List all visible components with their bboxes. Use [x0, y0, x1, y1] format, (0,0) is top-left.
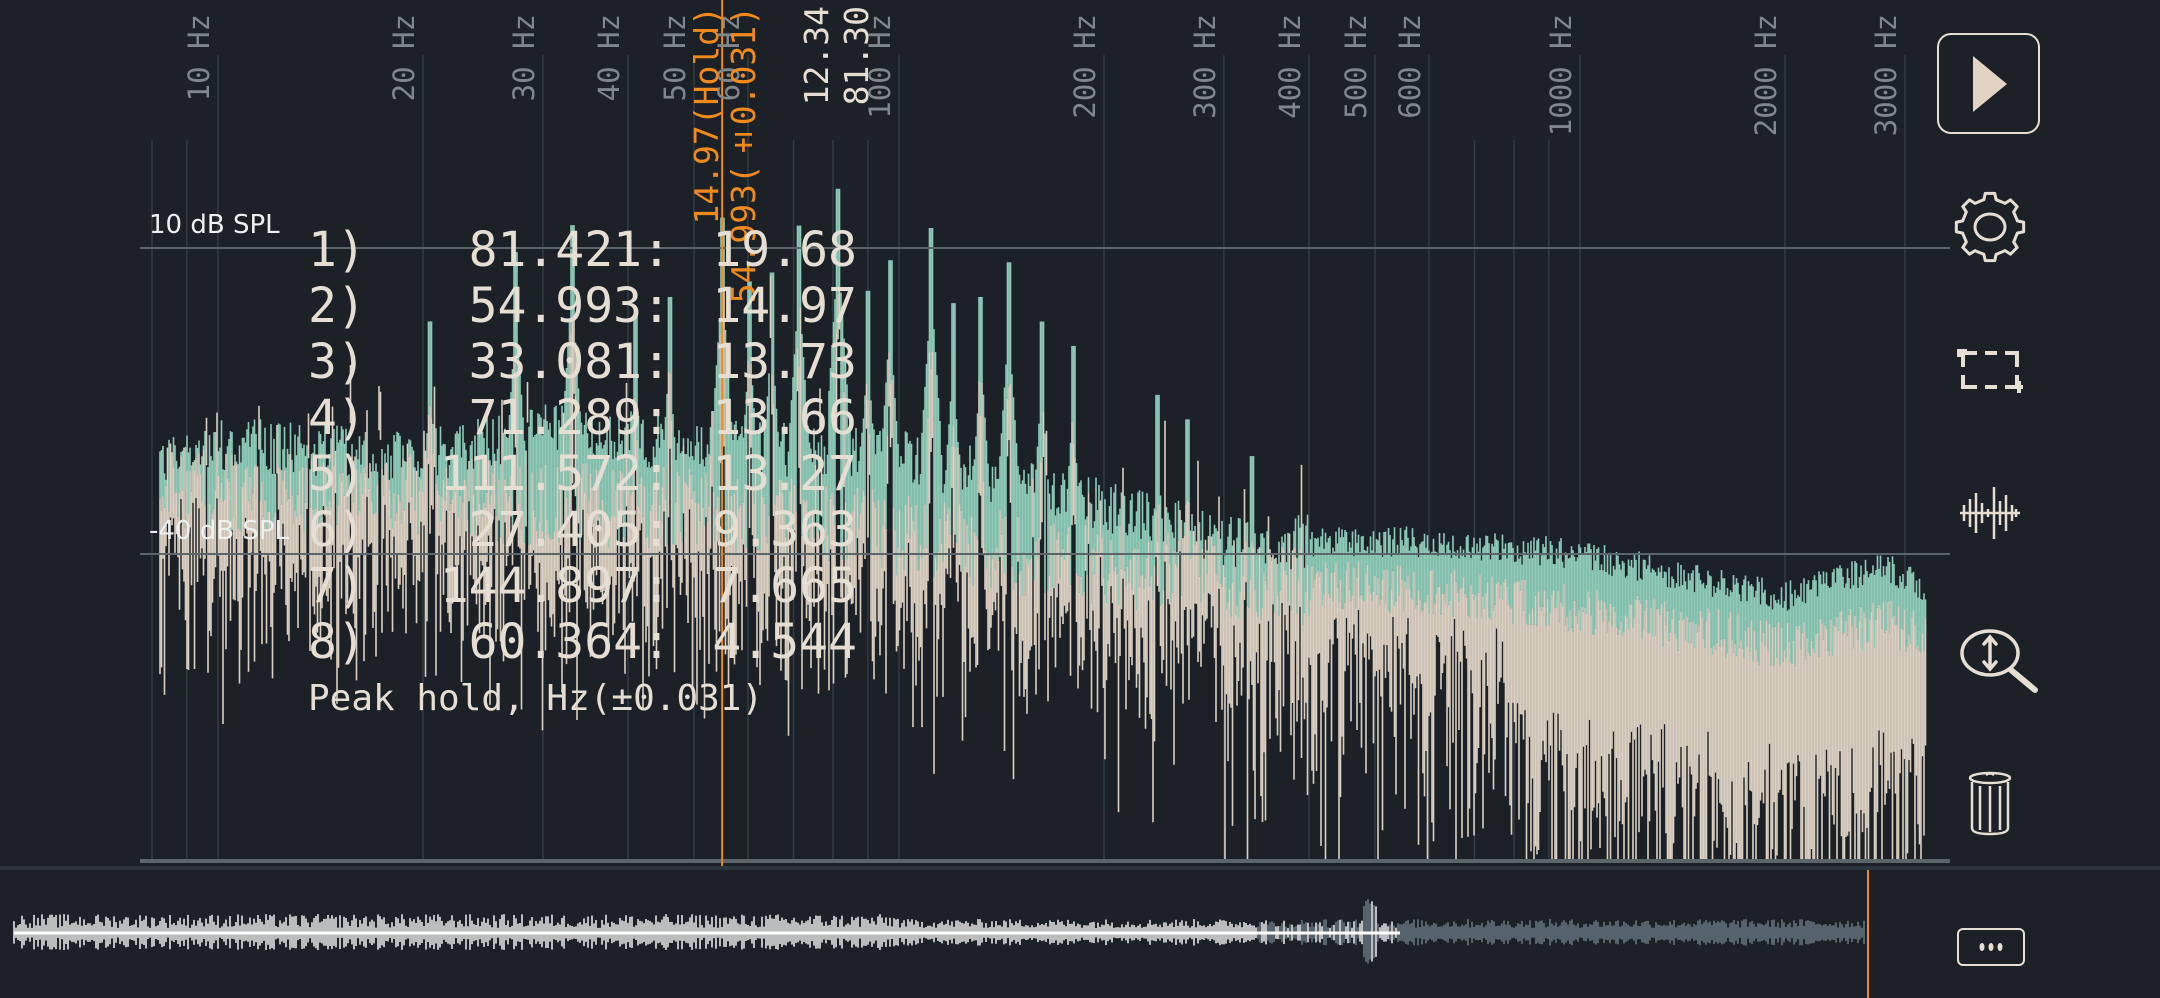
peak-rank: 5): [308, 446, 366, 502]
peak-rank: 7): [308, 558, 366, 614]
pointer-frequency-label: 81.30: [837, 6, 876, 106]
peak-row: 6) 27.405: 9.363: [308, 502, 857, 558]
trash-icon: [1968, 771, 2012, 836]
pointer-level-label: 12.34: [797, 6, 836, 106]
peak-hz: 60.364: [468, 614, 642, 670]
waveform-overview[interactable]: [13, 899, 1865, 964]
x-tick-label: 10 Hz: [182, 14, 216, 102]
peak-row: 5) 111.572: 13.27: [308, 446, 857, 502]
peak-hz: 33.081: [468, 334, 642, 390]
peak-rank: 6): [308, 502, 366, 558]
more-button[interactable]: [1957, 928, 2025, 966]
peak-rank: 3): [308, 334, 366, 390]
peak-db: 13.73: [712, 334, 857, 390]
x-tick-label: 40 Hz: [592, 14, 626, 102]
peak-rank: 2): [308, 278, 366, 334]
waveform-button[interactable]: [1950, 473, 2030, 553]
y-ref-label-10: 10 dB SPL: [149, 210, 280, 240]
peak-rank: 1): [308, 222, 366, 278]
waveform-icon: [1960, 487, 2020, 539]
y-ref-label-minus40: -40 dB SPL: [149, 516, 290, 546]
peak-db: 4.544: [712, 614, 857, 670]
peak-hz: 71.289: [468, 390, 642, 446]
separator: :: [642, 222, 671, 278]
x-tick-label: 200 Hz: [1068, 14, 1102, 119]
separator: :: [642, 446, 671, 502]
x-tick-label: 2000 Hz: [1749, 14, 1783, 137]
separator: :: [642, 390, 671, 446]
peak-db: 13.66: [712, 390, 857, 446]
settings-button[interactable]: [1950, 187, 2030, 267]
peak-db: 14.97: [712, 278, 857, 334]
selection-rect-icon: [1957, 349, 2023, 393]
peak-row: 8) 60.364: 4.544: [308, 614, 857, 670]
peak-rank: 8): [308, 614, 366, 670]
peak-row: 2) 54.993: 14.97: [308, 278, 857, 334]
peak-row: 3) 33.081: 13.73: [308, 334, 857, 390]
separator: :: [642, 614, 671, 670]
peak-list-footer: Peak hold, Hz(±0.031): [308, 678, 764, 719]
x-tick-label: 400 Hz: [1273, 14, 1307, 119]
gear-icon: [1954, 191, 2026, 263]
peak-hz: 54.993: [468, 278, 642, 334]
x-tick-label: 1000 Hz: [1544, 14, 1578, 137]
x-tick-label: 20 Hz: [387, 14, 421, 102]
more-icon: [1979, 943, 2003, 951]
x-tick-label: 600 Hz: [1392, 14, 1427, 119]
separator: :: [642, 334, 671, 390]
separator: :: [642, 558, 671, 614]
x-tick-label: 30 Hz: [506, 14, 541, 102]
peak-row: 7) 144.897: 7.665: [308, 558, 857, 614]
selection-button[interactable]: [1950, 330, 2030, 410]
peak-hz: 144.897: [439, 558, 642, 614]
x-tick-label: 50 Hz: [657, 14, 692, 102]
vertical-zoom-icon: [1960, 629, 2038, 693]
peak-rank: 4): [308, 390, 366, 446]
peak-list: 1) 81.421: 19.68 2) 54.993: 14.97 3) 33.081: 13.…: [308, 222, 857, 722]
peak-db: 7.665: [712, 558, 857, 614]
peak-hz: 81.421: [468, 222, 642, 278]
x-tick-label: 500 Hz: [1338, 14, 1373, 119]
peak-hz: 111.572: [439, 446, 642, 502]
x-tick-label: 3000 Hz: [1868, 14, 1903, 137]
peak-row: 4) 71.289: 13.66: [308, 390, 857, 446]
peak-hz: 27.405: [468, 502, 642, 558]
vertical-zoom-button[interactable]: [1955, 622, 2045, 702]
peak-row: 1) 81.421: 19.68: [308, 222, 857, 278]
peak-db: 9.363: [712, 502, 857, 558]
play-button[interactable]: [1937, 33, 2040, 134]
cursor-level-label: 14.97(Hold): [687, 6, 726, 225]
x-tick-label: 300 Hz: [1187, 14, 1222, 119]
separator: :: [642, 502, 671, 558]
play-icon: [1972, 55, 2007, 112]
clear-button[interactable]: [1950, 763, 2030, 843]
separator: :: [642, 278, 671, 334]
peak-db: 13.27: [712, 446, 857, 502]
peak-db: 19.68: [712, 222, 857, 278]
